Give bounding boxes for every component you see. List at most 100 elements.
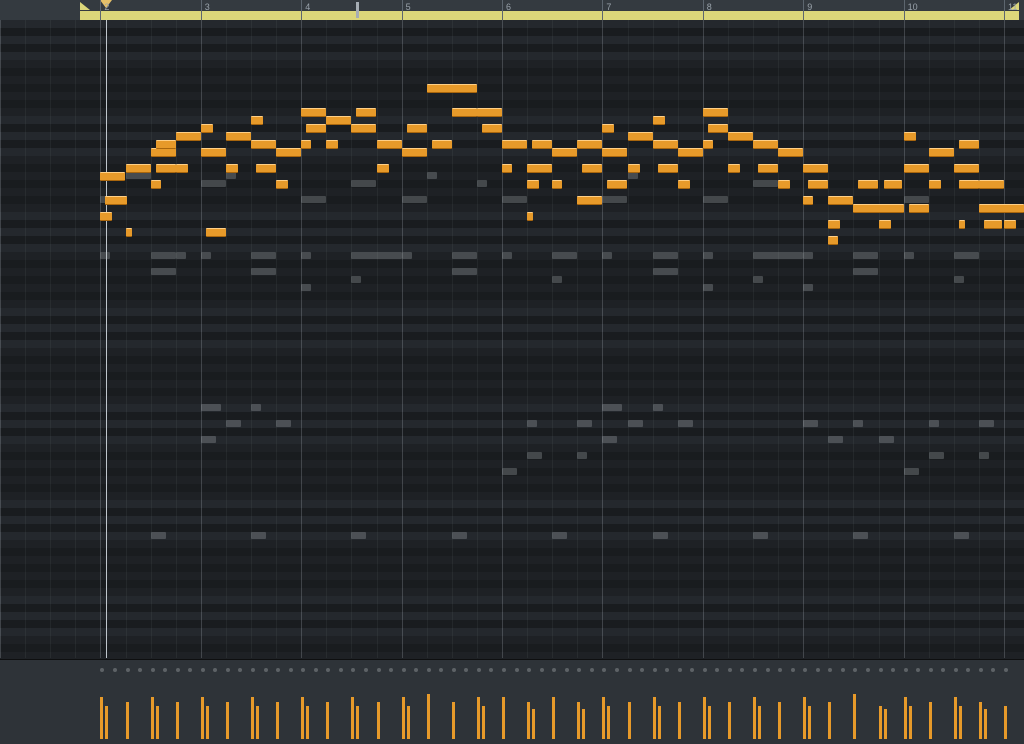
midi-note[interactable] xyxy=(256,164,276,173)
midi-note[interactable] xyxy=(778,148,803,157)
midi-note[interactable] xyxy=(276,180,288,189)
midi-note[interactable] xyxy=(527,164,552,173)
midi-note[interactable] xyxy=(226,164,238,173)
midi-note[interactable] xyxy=(201,148,226,157)
midi-note[interactable] xyxy=(176,132,201,141)
velocity-bar[interactable] xyxy=(678,702,681,739)
midi-note[interactable] xyxy=(703,108,728,117)
velocity-bar[interactable] xyxy=(884,709,887,739)
midi-note[interactable] xyxy=(728,132,753,141)
velocity-bar[interactable] xyxy=(276,702,279,739)
velocity-bar[interactable] xyxy=(201,697,204,739)
velocity-bar[interactable] xyxy=(628,702,631,739)
midi-note[interactable] xyxy=(758,164,778,173)
velocity-bar[interactable] xyxy=(909,706,912,739)
velocity-bar[interactable] xyxy=(658,706,661,739)
midi-note[interactable] xyxy=(151,148,176,157)
velocity-bar[interactable] xyxy=(477,697,480,739)
midi-note[interactable] xyxy=(176,164,188,173)
midi-note[interactable] xyxy=(979,204,1024,213)
midi-note[interactable] xyxy=(577,140,602,149)
velocity-bar[interactable] xyxy=(306,706,309,739)
midi-note[interactable] xyxy=(708,124,728,133)
velocity-bar[interactable] xyxy=(803,697,806,739)
velocity-lane[interactable] xyxy=(0,659,1024,744)
midi-note[interactable] xyxy=(377,164,389,173)
timeline-ruler[interactable]: 234567891011 xyxy=(0,0,1024,21)
midi-note[interactable] xyxy=(879,220,891,229)
midi-note[interactable] xyxy=(602,124,614,133)
midi-note[interactable] xyxy=(226,132,251,141)
midi-note[interactable] xyxy=(156,164,176,173)
velocity-bar[interactable] xyxy=(452,702,455,739)
midi-note[interactable] xyxy=(858,180,878,189)
velocity-bar[interactable] xyxy=(577,702,580,739)
velocity-bar[interactable] xyxy=(156,706,159,739)
velocity-bar[interactable] xyxy=(582,709,585,739)
midi-note[interactable] xyxy=(452,108,477,117)
loop-start-marker[interactable] xyxy=(80,2,90,10)
velocity-bar[interactable] xyxy=(708,706,711,739)
midi-note[interactable] xyxy=(527,212,533,221)
velocity-bar[interactable] xyxy=(959,706,962,739)
midi-note[interactable] xyxy=(502,140,527,149)
velocity-bar[interactable] xyxy=(984,709,987,739)
midi-note[interactable] xyxy=(959,180,979,189)
midi-note[interactable] xyxy=(728,164,740,173)
midi-note[interactable] xyxy=(602,148,627,157)
midi-note[interactable] xyxy=(1004,220,1016,229)
midi-note[interactable] xyxy=(703,140,713,149)
midi-note[interactable] xyxy=(482,124,502,133)
midi-note[interactable] xyxy=(156,140,176,149)
velocity-bar[interactable] xyxy=(126,702,129,739)
midi-note[interactable] xyxy=(853,204,903,213)
midi-note[interactable] xyxy=(356,108,376,117)
midi-note[interactable] xyxy=(100,172,125,181)
midi-note[interactable] xyxy=(502,164,512,173)
midi-note[interactable] xyxy=(984,220,1002,229)
midi-note[interactable] xyxy=(407,124,427,133)
midi-note[interactable] xyxy=(607,180,627,189)
midi-note[interactable] xyxy=(206,228,226,237)
midi-note[interactable] xyxy=(306,124,326,133)
midi-note[interactable] xyxy=(577,196,602,205)
velocity-bar[interactable] xyxy=(703,697,706,739)
velocity-bar[interactable] xyxy=(482,706,485,739)
midi-note[interactable] xyxy=(628,132,653,141)
midi-note[interactable] xyxy=(552,148,577,157)
velocity-bar[interactable] xyxy=(758,706,761,739)
velocity-bar[interactable] xyxy=(527,702,530,739)
midi-note[interactable] xyxy=(276,148,301,157)
velocity-bar[interactable] xyxy=(402,697,405,739)
midi-note[interactable] xyxy=(326,116,351,125)
midi-note[interactable] xyxy=(251,116,263,125)
midi-note[interactable] xyxy=(959,220,965,229)
velocity-bar[interactable] xyxy=(954,697,957,739)
midi-note[interactable] xyxy=(527,180,539,189)
midi-note[interactable] xyxy=(678,180,690,189)
velocity-bar[interactable] xyxy=(1004,706,1007,739)
midi-note[interactable] xyxy=(929,148,954,157)
velocity-bar[interactable] xyxy=(206,706,209,739)
midi-note[interactable] xyxy=(251,140,276,149)
velocity-bar[interactable] xyxy=(879,706,882,739)
midi-note[interactable] xyxy=(828,220,840,229)
midi-note[interactable] xyxy=(909,204,929,213)
midi-note[interactable] xyxy=(477,108,502,117)
midi-note[interactable] xyxy=(351,124,376,133)
velocity-bar[interactable] xyxy=(828,702,831,739)
velocity-bar[interactable] xyxy=(256,706,259,739)
midi-note[interactable] xyxy=(402,148,427,157)
velocity-bar[interactable] xyxy=(728,702,731,739)
midi-note[interactable] xyxy=(778,180,790,189)
midi-note[interactable] xyxy=(427,84,477,93)
velocity-bar[interactable] xyxy=(301,697,304,739)
midi-note[interactable] xyxy=(653,140,678,149)
midi-note[interactable] xyxy=(201,124,213,133)
velocity-bar[interactable] xyxy=(653,697,656,739)
midi-note[interactable] xyxy=(678,148,703,157)
midi-note[interactable] xyxy=(126,228,132,237)
midi-note[interactable] xyxy=(532,140,552,149)
velocity-bar[interactable] xyxy=(753,697,756,739)
velocity-bar[interactable] xyxy=(427,694,430,739)
